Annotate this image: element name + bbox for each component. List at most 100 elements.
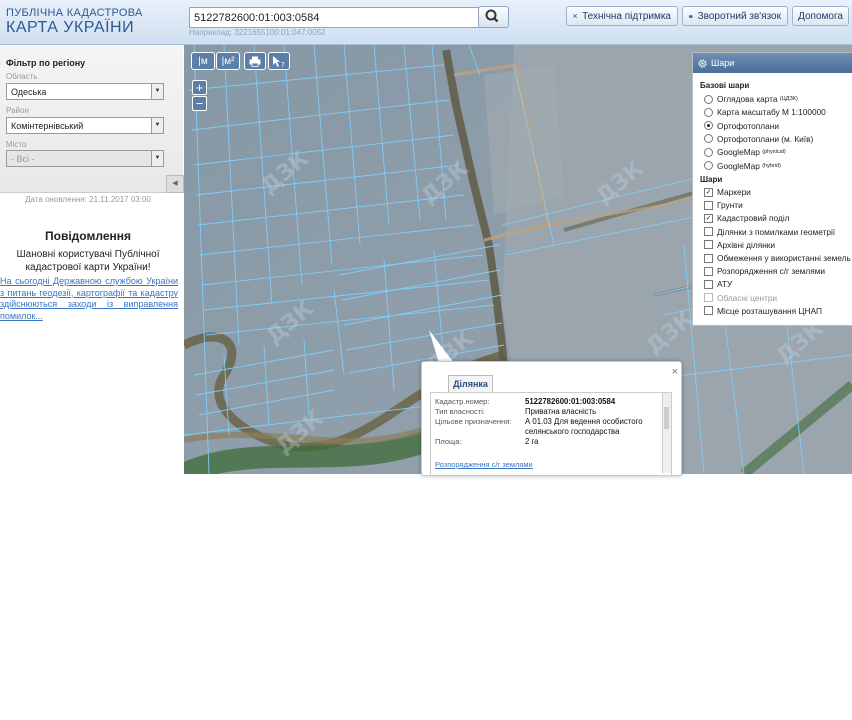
site-logo[interactable]: ПУБЛІЧНА КАДАСТРОВА КАРТА УКРАЇНИ xyxy=(6,7,143,36)
layer-label: Місце розташування ЦНАП xyxy=(717,305,822,316)
layer-label: Ділянки з помилками геометрії xyxy=(717,226,836,237)
search-input[interactable] xyxy=(189,7,481,28)
parcel-label: Площа: xyxy=(435,437,462,446)
layer-label: GoogleMap xyxy=(717,147,760,158)
collapse-panel-button[interactable]: ◀ xyxy=(166,175,184,193)
left-panel: Фільтр по регіону Область Одеська ▼ Райо… xyxy=(0,45,184,475)
checkbox xyxy=(704,293,713,303)
chevron-down-icon: ▼ xyxy=(151,151,163,166)
layer-label: Розпорядження с/г землями xyxy=(717,266,826,277)
notice-title: Повідомлення xyxy=(45,229,131,243)
checkbox[interactable] xyxy=(704,253,713,263)
gear-icon xyxy=(698,58,707,68)
zoom-out-button[interactable]: − xyxy=(192,96,207,111)
checkbox[interactable]: ✓ xyxy=(704,213,713,223)
base-layer-option[interactable]: Ортофотоплани xyxy=(704,121,779,131)
parcel-label: Кадастр.номер: xyxy=(435,397,490,406)
parcel-value: 2 га xyxy=(525,437,539,446)
checkbox[interactable] xyxy=(704,227,713,237)
radio-button[interactable] xyxy=(704,121,713,131)
zoom-in-button[interactable]: + xyxy=(192,80,207,95)
scroll-thumb[interactable] xyxy=(664,407,669,429)
popup-scrollbar[interactable] xyxy=(662,393,671,473)
city-label: Місто xyxy=(6,140,27,149)
layer-label: АТУ xyxy=(717,279,733,290)
tools-icon xyxy=(573,14,577,18)
base-layer-option[interactable]: GoogleMap (hybrid) xyxy=(704,161,781,171)
overlay-layers-title: Шари xyxy=(700,175,723,184)
base-layer-option[interactable]: Ортофотоплани (м. Київ) xyxy=(704,134,813,144)
overlay-layer-option[interactable]: Розпорядження с/г землями xyxy=(704,266,825,276)
feedback-button[interactable]: Зворотний зв'язок xyxy=(682,6,788,26)
support-label: Технічна підтримка xyxy=(582,10,671,22)
overlay-layer-option[interactable]: Архівні ділянки xyxy=(704,240,775,250)
layer-label: Карта масштабу М 1:100000 xyxy=(717,107,826,118)
search-button[interactable] xyxy=(478,6,509,28)
feedback-label: Зворотний зв'язок xyxy=(697,10,781,22)
tab-parcel[interactable]: Ділянка xyxy=(448,375,493,392)
layers-header[interactable]: Шари xyxy=(693,53,852,73)
overlay-layer-option[interactable]: Місце розташування ЦНАП xyxy=(704,306,822,316)
checkbox[interactable]: ✓ xyxy=(704,187,713,197)
help-label: Допомога xyxy=(798,10,843,22)
layer-label: Кадастровий поділ xyxy=(717,213,790,224)
parcel-value: 5122782600:01:003:0584 xyxy=(525,397,616,406)
base-layer-option[interactable]: Оглядова карта (ЦДЗК) xyxy=(704,94,798,104)
help-button[interactable]: Допомога xyxy=(792,6,849,26)
logo-line1: ПУБЛІЧНА КАДАСТРОВА xyxy=(6,7,143,19)
update-date: Дата оновлення: 21.11.2017 03:00 xyxy=(25,195,151,204)
chevron-down-icon: ▼ xyxy=(151,84,163,99)
identify-button[interactable]: ? xyxy=(268,52,290,70)
notice-link[interactable]: На сьогодні Державною службою України з … xyxy=(0,276,178,322)
printer-icon xyxy=(249,56,261,67)
measure-area-button[interactable]: |м² xyxy=(216,52,240,70)
radio-button[interactable] xyxy=(704,134,713,144)
region-select[interactable]: Одеська ▼ xyxy=(6,83,164,100)
radio-button[interactable] xyxy=(704,161,713,170)
layer-label: Грунти xyxy=(717,200,743,211)
land-disposal-link[interactable]: Розпорядження с/г землями xyxy=(435,460,533,469)
radio-button[interactable] xyxy=(704,94,713,104)
radio-button[interactable] xyxy=(704,147,713,157)
overlay-layer-option[interactable]: Грунти xyxy=(704,200,743,210)
checkbox[interactable] xyxy=(704,279,713,289)
layer-label-sup: (ЦДЗК) xyxy=(779,96,798,102)
layer-label: Ортофотоплани (м. Київ) xyxy=(717,133,814,144)
print-button[interactable] xyxy=(244,52,266,70)
chevron-down-icon: ▼ xyxy=(151,118,163,133)
layer-label: Оглядова карта xyxy=(717,94,778,104)
support-button[interactable]: Технічна підтримка xyxy=(566,6,678,26)
measure-distance-button[interactable]: |м xyxy=(191,52,215,70)
overlay-layer-option[interactable]: ✓ Маркери xyxy=(704,187,751,197)
overlay-layer-option[interactable]: Обмеження у використанні земель xyxy=(704,253,851,263)
base-layer-option[interactable]: Карта масштабу М 1:100000 xyxy=(704,107,826,117)
layers-panel: Шари Базові шари Оглядова карта (ЦДЗК) Ка… xyxy=(692,52,852,326)
svg-text:?: ? xyxy=(281,61,285,68)
layer-label: Ортофотоплани xyxy=(717,120,779,131)
region-label: Область xyxy=(6,72,38,81)
parcel-popup: × Ділянка Кадастр.номер: 5122782600:01:0… xyxy=(421,361,682,476)
search-icon xyxy=(485,9,499,23)
radio-button[interactable] xyxy=(704,107,713,117)
district-select[interactable]: Комінтернівський ▼ xyxy=(6,117,164,134)
checkbox[interactable] xyxy=(704,240,713,250)
cursor-question-icon: ? xyxy=(273,55,285,68)
overlay-layer-option[interactable]: Ділянки з помилками геометрії xyxy=(704,227,835,237)
base-layers-title: Базові шари xyxy=(700,81,750,90)
area-icon: |м² xyxy=(221,55,235,67)
checkbox[interactable] xyxy=(704,200,713,210)
district-value: Комінтернівський xyxy=(11,121,84,131)
overlay-layer-option[interactable]: АТУ xyxy=(704,279,732,289)
header-bar: ПУБЛІЧНА КАДАСТРОВА КАРТА УКРАЇНИ Наприк… xyxy=(0,0,852,45)
filter-title: Фільтр по регіону xyxy=(6,58,86,68)
layer-label: Обмеження у використанні земель xyxy=(717,253,851,263)
parcel-label: Тип власності: xyxy=(435,407,485,416)
parcel-value: Приватна власність xyxy=(525,407,597,416)
overlay-layer-option[interactable]: ✓ Кадастровий поділ xyxy=(704,213,790,223)
layer-label: GoogleMap xyxy=(717,160,760,171)
close-icon[interactable]: × xyxy=(672,366,678,378)
base-layer-option[interactable]: GoogleMap (physical) xyxy=(704,147,786,157)
checkbox[interactable] xyxy=(704,306,713,316)
overlay-layer-option: Обласні центри xyxy=(704,293,777,303)
checkbox[interactable] xyxy=(704,266,713,276)
